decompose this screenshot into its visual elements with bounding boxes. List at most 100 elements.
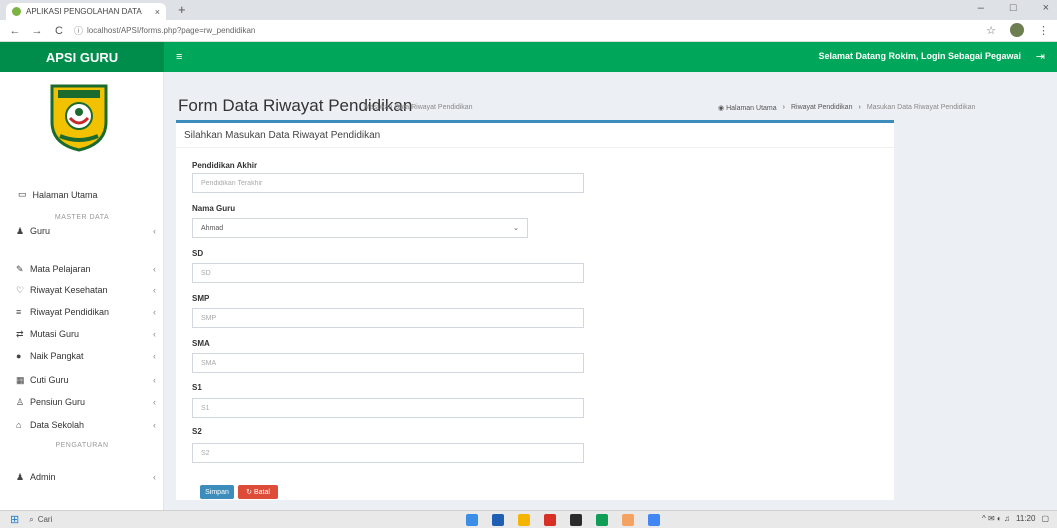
sidebar-item-riwayat-pendidikan[interactable]: ≡ Riwayat Pendidikan ‹ <box>16 305 156 319</box>
minimize-icon[interactable]: – <box>978 2 984 14</box>
address-bar-actions: ☆ ⋮ <box>986 23 1049 37</box>
sidebar-item-label: Riwayat Kesehatan <box>30 285 108 295</box>
folder-icon[interactable] <box>518 514 530 526</box>
sidebar-item-guru[interactable]: ♟ Guru ‹ <box>16 224 156 238</box>
cancel-button[interactable]: ↻ Batal <box>238 485 278 499</box>
sidebar-item-home[interactable]: ▭ Halaman Utama <box>18 189 98 200</box>
app-icon[interactable] <box>544 514 556 526</box>
sidebar-item-label: Cuti Guru <box>30 375 69 385</box>
chevron-left-icon: ‹ <box>153 420 156 430</box>
sidebar-section-settings: PENGATURAN <box>55 442 109 449</box>
sidebar-item-label: Admin <box>30 472 56 482</box>
divider <box>176 147 894 148</box>
sidebar-toggle-icon[interactable]: ≡ <box>176 51 182 63</box>
breadcrumb-home[interactable]: ◉ Halaman Utama <box>718 104 777 112</box>
regional-emblem-icon <box>50 84 108 152</box>
dashboard-icon: ◉ <box>718 105 727 112</box>
tray-icons[interactable]: ^ ✉ ◐ ♫ <box>982 514 1010 523</box>
s2-input[interactable] <box>192 443 584 463</box>
app-icon[interactable] <box>596 514 608 526</box>
back-icon[interactable]: ← <box>8 25 22 37</box>
s1-input[interactable] <box>192 398 584 418</box>
browser-tab[interactable]: APLIKASI PENGOLAHAN DATA × <box>6 3 166 20</box>
sidebar-item-riwayat-kesehatan[interactable]: ♡ Riwayat Kesehatan ‹ <box>16 283 156 297</box>
users-icon: ♟ <box>16 225 25 236</box>
new-tab-button[interactable]: + <box>178 2 186 17</box>
app-icon[interactable] <box>622 514 634 526</box>
browser-tab-bar: APLIKASI PENGOLAHAN DATA × + – □ × <box>0 0 1057 20</box>
guru-select[interactable]: Ahmad ⌄ <box>192 218 528 238</box>
cancel-button-label: Batal <box>253 488 270 496</box>
clock[interactable]: 11:20 <box>1016 514 1035 523</box>
smp-label: SMP <box>192 294 210 303</box>
close-window-icon[interactable]: × <box>1043 2 1049 14</box>
tab-close-icon[interactable]: × <box>155 7 160 17</box>
forward-icon[interactable]: → <box>30 25 44 37</box>
taskbar: ⊞ ⌕ Cari ^ ✉ ◐ ♫ 11:20 ▢ <box>0 510 1057 528</box>
url-field[interactable]: ⓘ localhost/APSI/forms.php?page=rw_pendi… <box>74 24 255 37</box>
tab-title: APLIKASI PENGOLAHAN DATA <box>26 7 142 16</box>
sidebar-item-label: Pensiun Guru <box>30 397 86 407</box>
save-button[interactable]: Simpan <box>200 485 234 499</box>
calendar-icon: ▦ <box>16 374 25 385</box>
chevron-left-icon: ‹ <box>153 472 156 482</box>
monitor-icon: ▭ <box>18 189 27 199</box>
page-subtitle: Masukan Data Riwayat Pendidikan <box>364 104 473 111</box>
maximize-icon[interactable]: □ <box>1010 2 1017 14</box>
sidebar-item-label: Halaman Utama <box>32 189 98 200</box>
form-box-title: Silahkan Masukan Data Riwayat Pendidikan <box>184 130 381 141</box>
sidebar: ▭ Halaman Utama MASTER DATA ♟ Guru ‹ ✎ M… <box>0 72 164 510</box>
sidebar-item-cuti-guru[interactable]: ▦ Cuti Guru ‹ <box>16 373 156 387</box>
level-up-icon: ● <box>16 351 22 361</box>
refresh-icon: ↻ <box>246 489 252 496</box>
chevron-left-icon: ‹ <box>153 375 156 385</box>
taskbar-apps <box>466 514 660 526</box>
taskbar-search[interactable]: ⌕ Cari <box>29 515 52 525</box>
sma-input[interactable] <box>192 353 584 373</box>
app-icon[interactable] <box>570 514 582 526</box>
admin-icon: ♟ <box>16 471 25 482</box>
heartbeat-icon: ♡ <box>16 284 25 295</box>
breadcrumb: ◉ Halaman Utama › Riwayat Pendidikan › M… <box>718 104 975 112</box>
sidebar-item-label: Naik Pangkat <box>30 351 84 361</box>
reload-icon[interactable]: C <box>52 25 66 37</box>
book-icon: ✎ <box>16 263 24 274</box>
sidebar-item-label: Guru <box>30 226 51 236</box>
sidebar-item-admin[interactable]: ♟ Admin ‹ <box>16 470 156 484</box>
url-text: localhost/APSI/forms.php?page=rw_pendidi… <box>87 26 256 35</box>
notification-icon[interactable]: ▢ <box>1041 514 1049 523</box>
search-icon: ⌕ <box>29 514 34 524</box>
extension-icon[interactable] <box>1010 23 1024 37</box>
sidebar-item-pensiun-guru[interactable]: ♙ Pensiun Guru ‹ <box>16 395 156 409</box>
exchange-icon: ⇄ <box>16 328 24 339</box>
sidebar-item-mata-pelajaran[interactable]: ✎ Mata Pelajaran ‹ <box>16 262 156 276</box>
app-icon[interactable] <box>466 514 478 526</box>
sd-input[interactable] <box>192 263 584 283</box>
sidebar-item-label: Data Sekolah <box>30 420 85 430</box>
taskbar-search-text: Cari <box>37 515 53 524</box>
bookmark-star-icon[interactable]: ☆ <box>986 24 996 37</box>
sidebar-item-naik-pangkat[interactable]: ● Naik Pangkat ‹ <box>16 349 156 363</box>
chrome-icon[interactable] <box>648 514 660 526</box>
right-panel <box>894 120 1057 510</box>
browser-menu-icon[interactable]: ⋮ <box>1038 24 1049 37</box>
windows-start-icon[interactable]: ⊞ <box>10 513 19 526</box>
form-box: Silahkan Masukan Data Riwayat Pendidikan… <box>176 120 894 500</box>
guru-selected-value: Ahmad <box>201 224 224 232</box>
sidebar-item-data-sekolah[interactable]: ⌂ Data Sekolah ‹ <box>16 418 156 432</box>
smp-input[interactable] <box>192 308 584 328</box>
chevron-down-icon: ⌄ <box>513 225 519 232</box>
pendidikan-input[interactable] <box>192 173 584 193</box>
logout-icon[interactable]: ⇥ <box>1036 50 1045 63</box>
app-header: APSI GURU ≡ Selamat Datang Rokim, Login … <box>0 42 1057 72</box>
app-logo[interactable]: APSI GURU <box>0 42 164 72</box>
app-icon[interactable] <box>492 514 504 526</box>
breadcrumb-riwayat-pendidikan[interactable]: Riwayat Pendidikan <box>791 104 852 112</box>
guru-label: Nama Guru <box>192 204 236 213</box>
sidebar-item-mutasi-guru[interactable]: ⇄ Mutasi Guru ‹ <box>16 327 156 341</box>
breadcrumb-separator: › <box>782 104 785 111</box>
chevron-left-icon: ‹ <box>153 351 156 361</box>
chevron-left-icon: ‹ <box>153 285 156 295</box>
info-icon[interactable]: ⓘ <box>74 24 83 37</box>
s2-label: S2 <box>192 427 202 436</box>
